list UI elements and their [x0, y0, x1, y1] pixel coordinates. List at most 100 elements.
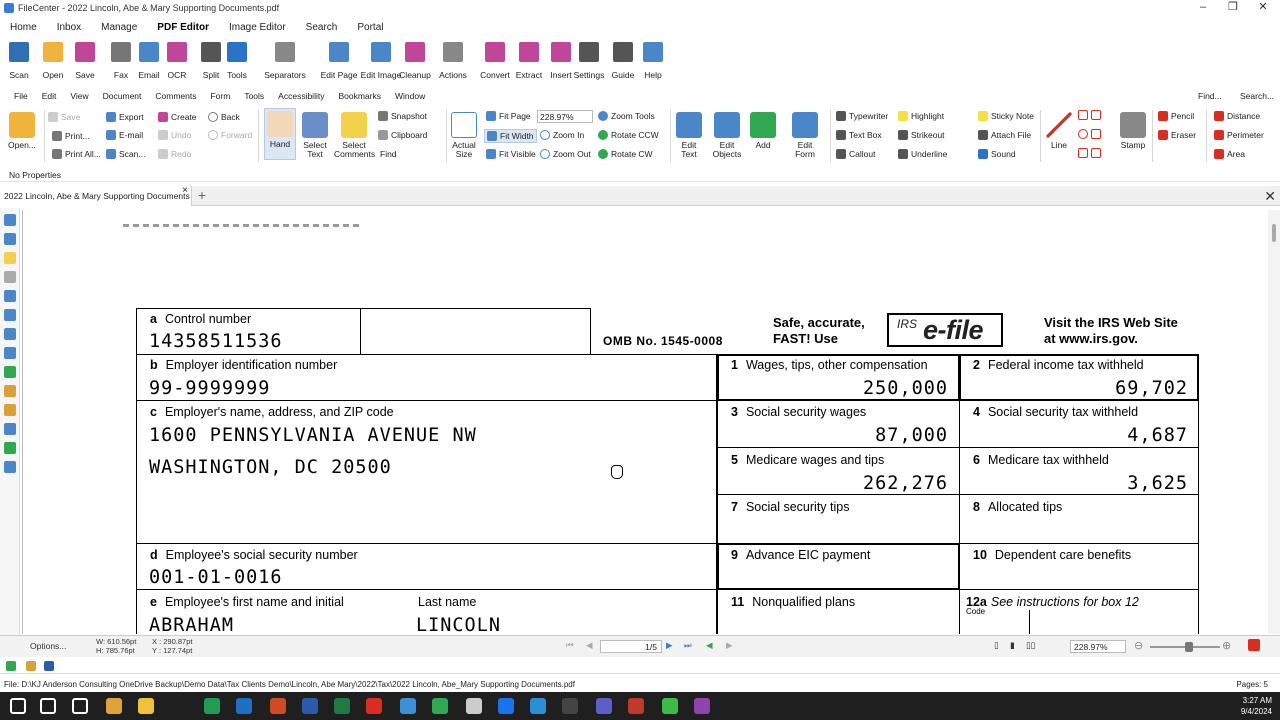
close-window-button[interactable]: ✕ [1248, 0, 1278, 16]
distance-button[interactable]: Distance [1214, 111, 1260, 121]
export-button[interactable]: Export [106, 112, 144, 122]
area-button[interactable]: Area [1214, 149, 1245, 159]
zoom-out-button[interactable]: Zoom Out [540, 149, 591, 159]
attachments-panel-icon[interactable] [4, 271, 16, 283]
page-number-input[interactable]: 1/5 [600, 640, 662, 653]
edit-objects-button[interactable]: Edit Objects [710, 112, 744, 159]
extract-button[interactable]: Extract [514, 40, 544, 80]
rotate-cw-button[interactable]: Rotate CW [598, 149, 653, 159]
teams-icon[interactable] [596, 698, 612, 714]
history-back-button[interactable]: ◀ [706, 640, 713, 651]
chrome-icon[interactable] [106, 698, 122, 714]
sticky-note-button[interactable]: Sticky Note [978, 111, 1034, 121]
email-button[interactable]: Email [134, 40, 164, 80]
actual-size-button[interactable]: Actual Size [450, 112, 478, 159]
line-tool-button[interactable]: Line [1046, 112, 1072, 150]
callout-button[interactable]: Callout [836, 149, 875, 159]
fit-page-button[interactable]: Fit Page [486, 111, 531, 121]
back-button[interactable]: Back [208, 112, 240, 122]
first-page-button[interactable]: ⏮ [566, 640, 574, 651]
search-link[interactable]: Search... [1240, 91, 1274, 101]
print-all-button[interactable]: Print All... [52, 149, 101, 159]
tab-home[interactable]: Home [10, 22, 37, 33]
fit-width-button[interactable]: Fit Width [484, 129, 537, 143]
links-panel-icon[interactable] [4, 385, 16, 397]
menu-comments[interactable]: Comments [155, 91, 196, 101]
outlook-icon[interactable] [236, 698, 252, 714]
app-blue-icon[interactable] [498, 698, 514, 714]
rotate-ccw-button[interactable]: Rotate CCW [598, 130, 659, 140]
undo-button[interactable]: Undo [158, 130, 191, 140]
zoom-in-button[interactable]: Zoom In [540, 130, 584, 140]
highlight-button[interactable]: Highlight [898, 111, 944, 121]
scrollbar-thumb[interactable] [1272, 224, 1276, 242]
settings-button[interactable]: Settings [574, 40, 604, 80]
acrobat-icon[interactable] [366, 698, 382, 714]
help-button[interactable]: Help [638, 40, 668, 80]
camtasia-icon[interactable] [662, 698, 678, 714]
pdf-icon[interactable] [1248, 639, 1260, 651]
minimize-button[interactable]: – [1188, 0, 1218, 16]
edit-page-button[interactable]: Edit Page [316, 40, 362, 80]
actions-button[interactable]: Actions [438, 40, 468, 80]
shapes-group-2[interactable] [1078, 129, 1104, 139]
menu-edit[interactable]: Edit [42, 91, 57, 101]
clipboard-button[interactable]: Clipboard [378, 130, 427, 140]
zoom-in-bottom-button[interactable]: ⊕ [1222, 639, 1231, 652]
hand-tool-button[interactable]: Hand [264, 108, 296, 160]
tools-button[interactable]: Tools [222, 40, 252, 80]
ocr-button[interactable]: OCR [162, 40, 192, 80]
single-page-view-icon[interactable]: ▯ [994, 640, 999, 651]
edit-form-button[interactable]: Edit Form [792, 112, 818, 159]
thumbnails-panel-icon[interactable] [4, 233, 16, 245]
terminal-icon[interactable] [562, 698, 578, 714]
menu-tools[interactable]: Tools [244, 91, 264, 101]
properties-panel-icon[interactable] [4, 461, 16, 473]
options-button[interactable]: Options... [30, 641, 66, 651]
edge-icon[interactable] [530, 698, 546, 714]
find-button[interactable]: Find [380, 149, 397, 159]
tab-pdf-editor[interactable]: PDF Editor [157, 22, 209, 33]
shapes-group[interactable] [1078, 110, 1104, 120]
strikeout-button[interactable]: Strikeout [898, 130, 945, 140]
tab-manage[interactable]: Manage [101, 22, 137, 33]
zoom-select[interactable]: 228.97% [537, 110, 593, 123]
word-icon[interactable] [302, 698, 318, 714]
add-button[interactable]: Add [750, 112, 776, 150]
quick-icon-2[interactable] [26, 661, 36, 671]
continuous-view-icon[interactable]: ▮ [1010, 640, 1015, 651]
insert-button[interactable]: Insert [546, 40, 576, 80]
redo-button[interactable]: Redo [158, 149, 191, 159]
task-view-icon[interactable] [72, 698, 88, 714]
restore-button[interactable]: ❐ [1218, 0, 1248, 16]
app-green2-icon[interactable] [432, 698, 448, 714]
sound-button[interactable]: Sound [978, 149, 1016, 159]
find-link[interactable]: Find... [1198, 91, 1222, 101]
snapshot-button[interactable]: Snapshot [378, 111, 427, 121]
fax-button[interactable]: Fax [106, 40, 136, 80]
email-button[interactable]: E-mail [106, 130, 143, 140]
separators-button[interactable]: Separators [262, 40, 308, 80]
structure-panel-icon[interactable] [4, 366, 16, 378]
history-forward-button[interactable]: ▶ [726, 640, 733, 651]
menu-form[interactable]: Form [210, 91, 230, 101]
save-button[interactable]: Save [48, 112, 80, 122]
start-icon[interactable] [10, 698, 26, 714]
menu-window[interactable]: Window [395, 91, 425, 101]
app-gray-icon[interactable] [466, 698, 482, 714]
vertical-scrollbar[interactable] [1268, 210, 1280, 634]
stamp-button[interactable]: Stamp [1120, 112, 1146, 150]
next-page-button[interactable]: ▶ [666, 640, 673, 651]
scan-button[interactable]: Scan... [106, 149, 145, 159]
word-quick-icon[interactable] [44, 661, 54, 671]
powerpoint-icon[interactable] [270, 698, 286, 714]
tab-image-editor[interactable]: Image Editor [229, 22, 286, 33]
print-button[interactable]: Print... [52, 131, 90, 141]
accessibility-panel-icon[interactable] [4, 442, 16, 454]
forward-button[interactable]: Forward [208, 130, 252, 140]
search-panel-icon[interactable] [4, 423, 16, 435]
layers-panel-icon[interactable] [4, 290, 16, 302]
underline-button[interactable]: Underline [898, 149, 947, 159]
quick-icon-1[interactable] [6, 661, 16, 671]
filecenter-icon[interactable] [400, 698, 416, 714]
